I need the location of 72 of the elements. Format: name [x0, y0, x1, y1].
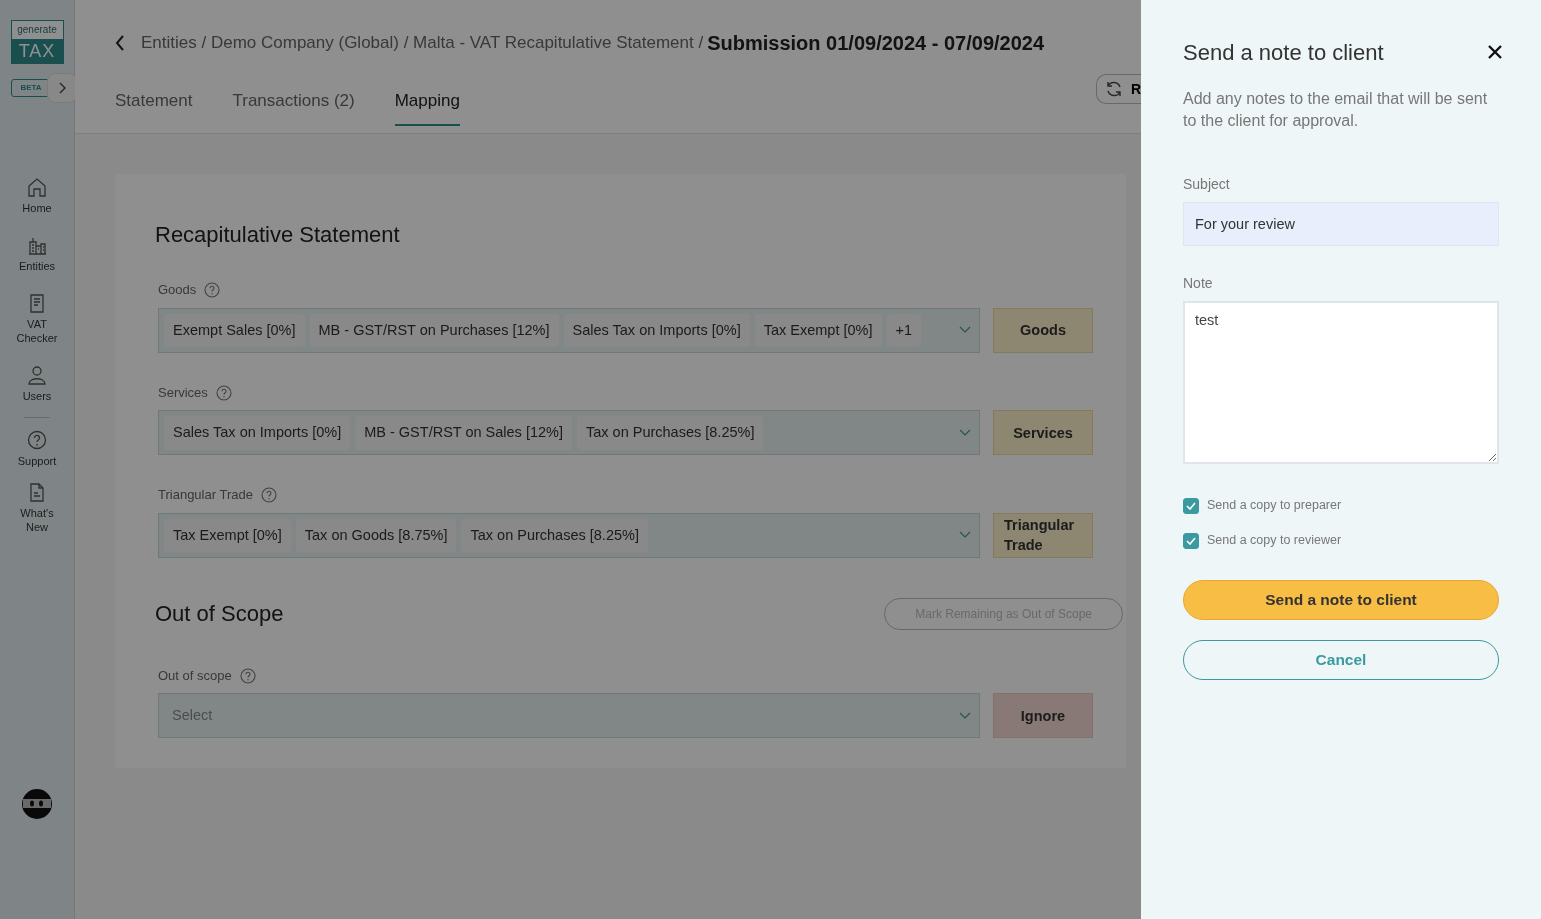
nav-item[interactable]: Entities — [2, 235, 72, 273]
multi-select[interactable]: Tax Exempt [0%] Tax on Goods [8.75%] Tax on Purchases [8.25%] — [158, 512, 980, 558]
tag: Tax on Purchases [8.25%] — [576, 416, 764, 450]
nav-item[interactable]: VAT Checker — [2, 293, 72, 345]
page-title: Submission 01/09/2024 - 07/09/2024 — [707, 31, 1045, 56]
nav-item[interactable]: Support — [2, 430, 72, 468]
more-count: +1 — [886, 313, 922, 348]
checkmark-icon — [1186, 536, 1196, 545]
home-icon — [27, 177, 47, 197]
section-title: Out of Scope — [155, 600, 284, 628]
placeholder-text: Select — [171, 706, 214, 725]
buildings-icon — [27, 235, 47, 255]
file-icon — [27, 482, 47, 502]
category-button[interactable]: Services — [993, 410, 1093, 456]
user-icon — [27, 365, 47, 385]
avatar-icon[interactable] — [21, 788, 53, 820]
nav-item[interactable]: Home — [2, 177, 72, 215]
nav-item[interactable]: Users — [2, 365, 72, 403]
tag: Sales Tax on Imports [0%] — [164, 416, 351, 450]
note-textarea[interactable]: test — [1183, 301, 1499, 465]
multi-select[interactable]: Sales Tax on Imports [0%] MB - GST/RST on Sales [12%] Tax on Purchases [8.25%] — [158, 410, 980, 456]
checkmark-icon — [1186, 501, 1196, 510]
refresh-icon — [1104, 80, 1123, 98]
checkbox-label: Send a copy to reviewer — [1207, 532, 1342, 550]
section-title: Recapitulative Statement — [155, 222, 401, 249]
tab[interactable]: Statement — [115, 88, 193, 126]
chevron-down-icon — [959, 428, 971, 437]
field-label: Note — [1183, 274, 1214, 294]
help-icon — [260, 487, 277, 504]
tab[interactable]: Transactions (2) — [232, 88, 355, 126]
breadcrumb-path[interactable]: Entities / Demo Company (Global) / Malta - VAT Recapitulative Statement / — [141, 30, 704, 56]
document-icon — [27, 293, 47, 313]
tab[interactable]: Mapping — [394, 88, 460, 126]
chevron-down-icon — [959, 531, 971, 540]
chevron-down-icon — [959, 326, 971, 335]
tag: Tax on Purchases [8.25%] — [461, 518, 648, 553]
field-label: Services — [158, 383, 208, 402]
category-button[interactable]: Goods — [993, 307, 1093, 353]
category-button[interactable]: Triangular Trade — [993, 512, 1093, 558]
help-icon — [27, 430, 47, 450]
tag: Exempt Sales [0%] — [164, 313, 305, 348]
field-label: Out of scope — [158, 666, 232, 685]
refresh-button[interactable]: R — [1095, 74, 1141, 104]
send-note-button[interactable]: Send a note to client — [1183, 579, 1499, 620]
tag: Tax on Goods [8.75%] — [295, 518, 457, 553]
close-icon — [1488, 45, 1502, 60]
logo[interactable]: generate TAX — [10, 20, 64, 64]
back-button[interactable] — [115, 35, 125, 51]
chevron-left-icon — [115, 35, 125, 51]
tag: MB - GST/RST on Sales [12%] — [355, 416, 572, 450]
tag: Sales Tax on Imports [0%] — [563, 313, 750, 348]
multi-select[interactable]: Exempt Sales [0%] MB - GST/RST on Purchases [12%] Sales Tax on Imports [0%] Tax Exempt [0%] +1 — [158, 307, 980, 353]
subject-input[interactable]: For your review — [1183, 202, 1499, 247]
chevron-down-icon — [959, 711, 971, 720]
select-field[interactable]: Select — [158, 693, 980, 739]
field-label: Triangular Trade — [158, 486, 253, 505]
checkbox[interactable] — [1183, 497, 1199, 514]
checkbox-label: Send a copy to preparer — [1207, 497, 1342, 515]
help-icon — [215, 384, 232, 401]
tag: MB - GST/RST on Purchases [12%] — [309, 313, 559, 348]
field-label: Subject — [1183, 175, 1231, 195]
chevron-right-icon — [57, 82, 66, 94]
field-label: Goods — [158, 281, 197, 300]
tag: Tax Exempt [0%] — [754, 313, 882, 348]
help-icon — [239, 667, 256, 684]
nav-item[interactable]: What's New — [2, 482, 72, 534]
help-icon — [204, 282, 221, 299]
drawer-description: Add any notes to the email that will be sent to the client for approval. — [1183, 89, 1489, 132]
drawer-title: Send a note to client — [1183, 40, 1384, 67]
checkbox[interactable] — [1183, 532, 1199, 549]
tag: Tax Exempt [0%] — [164, 518, 291, 553]
ignore-button[interactable]: Ignore — [993, 693, 1093, 739]
